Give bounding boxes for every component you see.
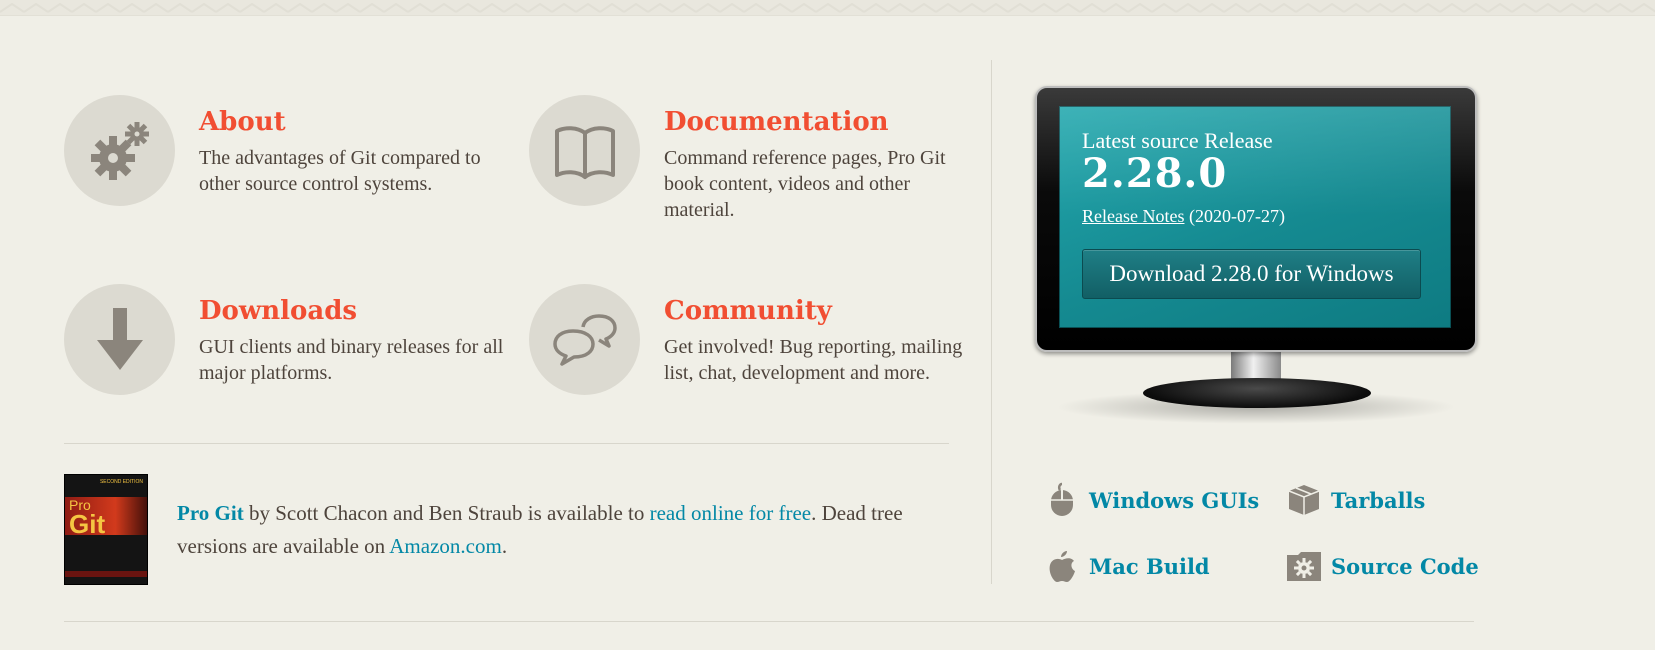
- release-notes-link[interactable]: Release Notes: [1082, 206, 1184, 226]
- download-windows-button[interactable]: Download 2.28.0 for Windows: [1082, 249, 1421, 299]
- pro-git-text-3: .: [501, 534, 508, 558]
- gear-folder-icon: [1286, 548, 1322, 584]
- feature-title-downloads[interactable]: Downloads: [199, 296, 357, 326]
- column-divider: [991, 60, 992, 584]
- source-code-link[interactable]: Source Code: [1286, 548, 1479, 584]
- feature-desc-downloads: GUI clients and binary releases for all …: [199, 336, 504, 384]
- tarballs-link[interactable]: Tarballs: [1286, 482, 1425, 518]
- windows-guis-link[interactable]: Windows GUIs: [1044, 482, 1259, 518]
- tarballs-label: Tarballs: [1331, 487, 1426, 513]
- feature-desc-documentation: Command reference pages, Pro Git book co…: [664, 147, 946, 221]
- section-divider: [64, 443, 949, 444]
- book-cover-git: Git: [69, 509, 106, 539]
- windows-guis-label: Windows GUIs: [1089, 487, 1260, 513]
- pro-git-blurb: Pro Git by Scott Chacon and Ben Straub i…: [177, 497, 957, 563]
- read-online-link[interactable]: read online for free: [650, 501, 812, 525]
- feature-desc-about: The advantages of Git compared to other …: [199, 147, 481, 195]
- feature-title-community[interactable]: Community: [664, 296, 832, 326]
- feature-desc-community: Get involved! Bug reporting, mailing lis…: [664, 336, 963, 384]
- download-arrow-icon: [64, 284, 175, 395]
- amazon-link[interactable]: Amazon.com: [389, 534, 502, 558]
- book-cover-edition: SECOND EDITION: [99, 479, 143, 485]
- mac-build-label: Mac Build: [1089, 553, 1210, 579]
- gears-icon: [64, 95, 175, 206]
- release-notes-line: Release Notes (2020-07-27): [1082, 206, 1285, 227]
- footer-divider: [64, 621, 1474, 622]
- pro-git-book-cover[interactable]: SECOND EDITION Pro Git: [64, 474, 148, 585]
- release-date: (2020-07-27): [1188, 206, 1285, 226]
- pro-git-link[interactable]: Pro Git: [177, 501, 244, 525]
- box-icon: [1286, 482, 1322, 518]
- apple-icon: [1044, 548, 1080, 584]
- book-cover-stripe: [65, 571, 147, 577]
- source-code-label: Source Code: [1331, 553, 1479, 579]
- book-icon: [529, 95, 640, 206]
- mouse-icon: [1044, 482, 1080, 518]
- chat-bubbles-icon: [529, 284, 640, 395]
- feature-title-documentation[interactable]: Documentation: [664, 107, 889, 137]
- top-pattern-strip: [0, 0, 1655, 16]
- mac-build-link[interactable]: Mac Build: [1044, 548, 1210, 584]
- pro-git-text-1: by Scott Chacon and Ben Straub is availa…: [243, 501, 650, 525]
- monitor-base: [1143, 378, 1371, 408]
- release-version: 2.28.0: [1082, 150, 1228, 197]
- git-homepage: About The advantages of Git compared to …: [0, 0, 1655, 650]
- feature-title-about[interactable]: About: [199, 107, 286, 137]
